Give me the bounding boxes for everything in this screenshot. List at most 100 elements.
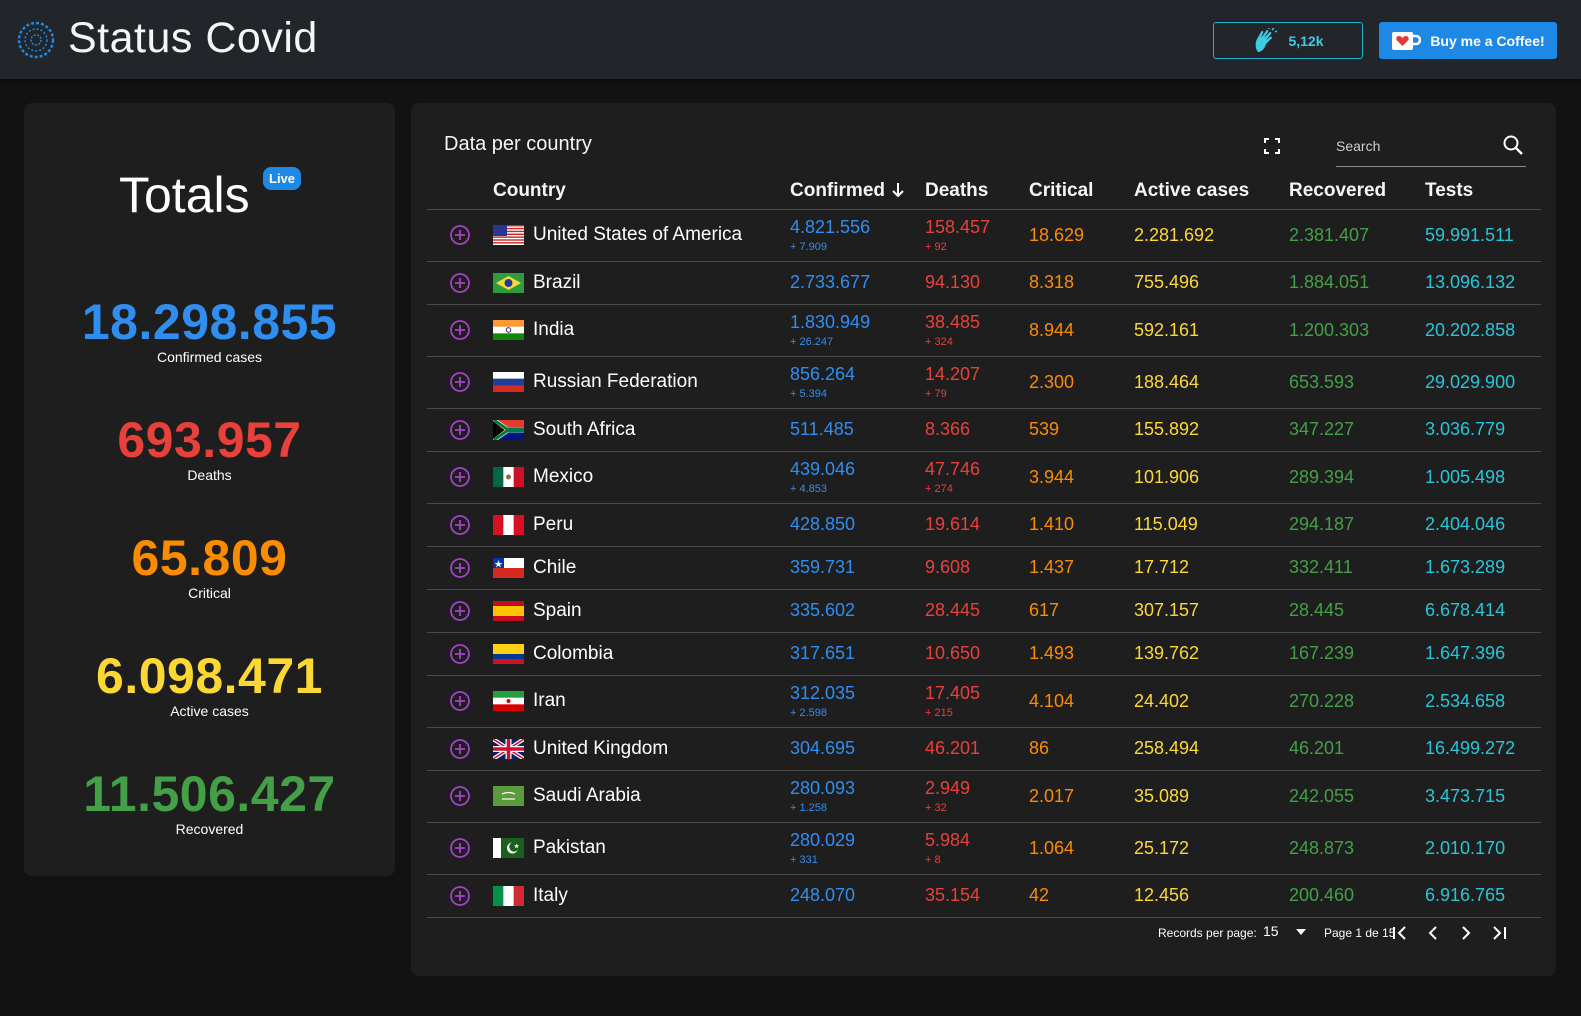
buy-coffee-button[interactable]: Buy me a Coffee! [1379,22,1557,59]
flag-ir [493,691,524,711]
flag-cl [493,557,524,578]
expand-cell[interactable] [427,356,493,409]
expand-row-icon[interactable] [449,371,471,393]
expand-cell[interactable] [427,770,493,823]
critical-cell: 8.944 [1029,304,1134,357]
first-page-icon[interactable] [1390,923,1410,943]
expand-row-icon[interactable] [449,738,471,760]
expand-row-icon[interactable] [449,785,471,807]
expand-row-icon[interactable] [449,837,471,859]
totals-title: Totals [119,167,250,223]
table-title: Data per country [444,133,592,155]
expand-cell[interactable] [427,451,493,504]
table-row[interactable]: Colombia 317.651 10.650 1.493 139.762 167.239… [427,632,1541,676]
deaths-cell: 158.457 + 92 [925,209,1029,262]
table-row[interactable]: Iran 312.035 + 2.598 17.405 + 215 4.104 24.402… [427,675,1541,728]
expand-cell[interactable] [427,874,493,918]
deaths-cell: 35.154 [925,874,1029,918]
deaths-cell: 5.984 + 8 [925,822,1029,875]
active-stat: 6.098.471 Active cases [24,650,395,719]
search-field[interactable] [1336,128,1526,167]
expand-cell[interactable] [427,589,493,633]
last-page-icon[interactable] [1489,923,1509,943]
column-header-deaths[interactable]: Deaths [925,173,1029,210]
table-row[interactable]: Spain 335.602 28.445 617 307.157 28.445 6.678.… [427,589,1541,633]
deaths-value: 35.154 [925,885,981,905]
expand-cell[interactable] [427,261,493,305]
virus-logo-icon[interactable] [15,19,57,61]
tests-cell: 1.005.498 [1425,451,1541,504]
deaths-value: 38.485 [925,312,981,332]
flag-br [493,272,524,293]
column-header-country[interactable]: Country [493,173,790,210]
country-name: Mexico [533,466,594,487]
table-row[interactable]: South Africa 511.485 8.366 539 155.892 347.22… [427,408,1541,452]
column-header-recovered[interactable]: Recovered [1289,173,1425,210]
table-row[interactable]: Peru 428.850 19.614 1.410 115.049 294.187 2.40… [427,503,1541,547]
expand-row-icon[interactable] [449,466,471,488]
column-header-critical[interactable]: Critical [1029,173,1134,210]
expand-row-icon[interactable] [449,690,471,712]
column-header-tests[interactable]: Tests [1425,173,1541,210]
page-info: Page 1 de 15 [1324,926,1396,940]
clap-count: 5,12k [1288,32,1324,49]
deaths-value: 47.746 [925,459,981,479]
expand-cell[interactable] [427,632,493,676]
expand-cell[interactable] [427,727,493,771]
recovered-stat: 11.506.427 Recovered [24,768,395,837]
deaths-cell: 8.366 [925,408,1029,452]
deaths-cell: 38.485 + 324 [925,304,1029,357]
expand-row-icon[interactable] [449,557,471,579]
country-cell: Spain [493,589,790,633]
table-row[interactable]: Pakistan 280.029 + 331 5.984 + 8 1.064 25.172 2… [427,822,1541,875]
recovered-cell: 28.445 [1289,589,1425,633]
expand-row-icon[interactable] [449,319,471,341]
confirmed-value: 439.046 [790,459,856,479]
clap-button[interactable]: 5,12k [1213,22,1363,59]
previous-page-icon[interactable] [1423,923,1443,943]
confirmed-value: 280.093 [790,778,856,798]
expand-cell[interactable] [427,675,493,728]
expand-cell[interactable] [427,408,493,452]
table-row[interactable]: Mexico 439.046 + 4.853 47.746 + 274 3.944 101.… [427,451,1541,504]
deaths-value: 17.405 [925,683,981,703]
expand-cell[interactable] [427,304,493,357]
country-cell: Chile [493,546,790,590]
expand-cell[interactable] [427,503,493,547]
search-icon[interactable] [1502,134,1524,156]
expand-row-icon[interactable] [449,272,471,294]
column-header-active[interactable]: Active cases [1134,173,1289,210]
table-row[interactable]: Chile 359.731 9.608 1.437 17.712 332.411 1.673… [427,546,1541,590]
table-row[interactable]: Brazil 2.733.677 94.130 8.318 755.496 1.884.0… [427,261,1541,305]
records-per-page-select[interactable]: 15 [1263,923,1279,939]
dropdown-caret-icon[interactable] [1296,929,1306,935]
tests-cell: 59.991.511 [1425,209,1541,262]
search-input[interactable] [1336,134,1496,158]
top-bar: Status Covid 5,12k Buy me a Coffee! [0,0,1581,79]
expand-row-icon[interactable] [449,514,471,536]
column-header-confirmed[interactable]: Confirmed [790,173,925,210]
expand-cell[interactable] [427,209,493,262]
table-row[interactable]: Russian Federation 856.264 + 5.394 14.207 + … [427,356,1541,409]
confirmed-value: 359.731 [790,557,856,577]
fullscreen-icon[interactable] [1263,137,1281,155]
expand-cell[interactable] [427,822,493,875]
country-cell: Italy [493,874,790,918]
tests-cell: 13.096.132 [1425,261,1541,305]
expand-row-icon[interactable] [449,419,471,441]
deaths-total: 693.957 [117,412,302,468]
table-row[interactable]: Saudi Arabia 280.093 + 1.258 2.949 + 32 2.017… [427,770,1541,823]
next-page-icon[interactable] [1456,923,1476,943]
active-cell: 592.161 [1134,304,1289,357]
expand-row-icon[interactable] [449,600,471,622]
table-row[interactable]: United States of America 4.821.556 + 7.909… [427,209,1541,262]
expand-row-icon[interactable] [449,643,471,665]
table-row[interactable]: India 1.830.949 + 26.247 38.485 + 324 8.944 59… [427,304,1541,357]
confirmed-value: 312.035 [790,683,856,703]
expand-row-icon[interactable] [449,885,471,907]
critical-cell: 539 [1029,408,1134,452]
expand-cell[interactable] [427,546,493,590]
expand-row-icon[interactable] [449,224,471,246]
table-row[interactable]: United Kingdom 304.695 46.201 86 258.494 46.2… [427,727,1541,771]
table-row[interactable]: Italy 248.070 35.154 42 12.456 200.460 6.916.7… [427,874,1541,918]
